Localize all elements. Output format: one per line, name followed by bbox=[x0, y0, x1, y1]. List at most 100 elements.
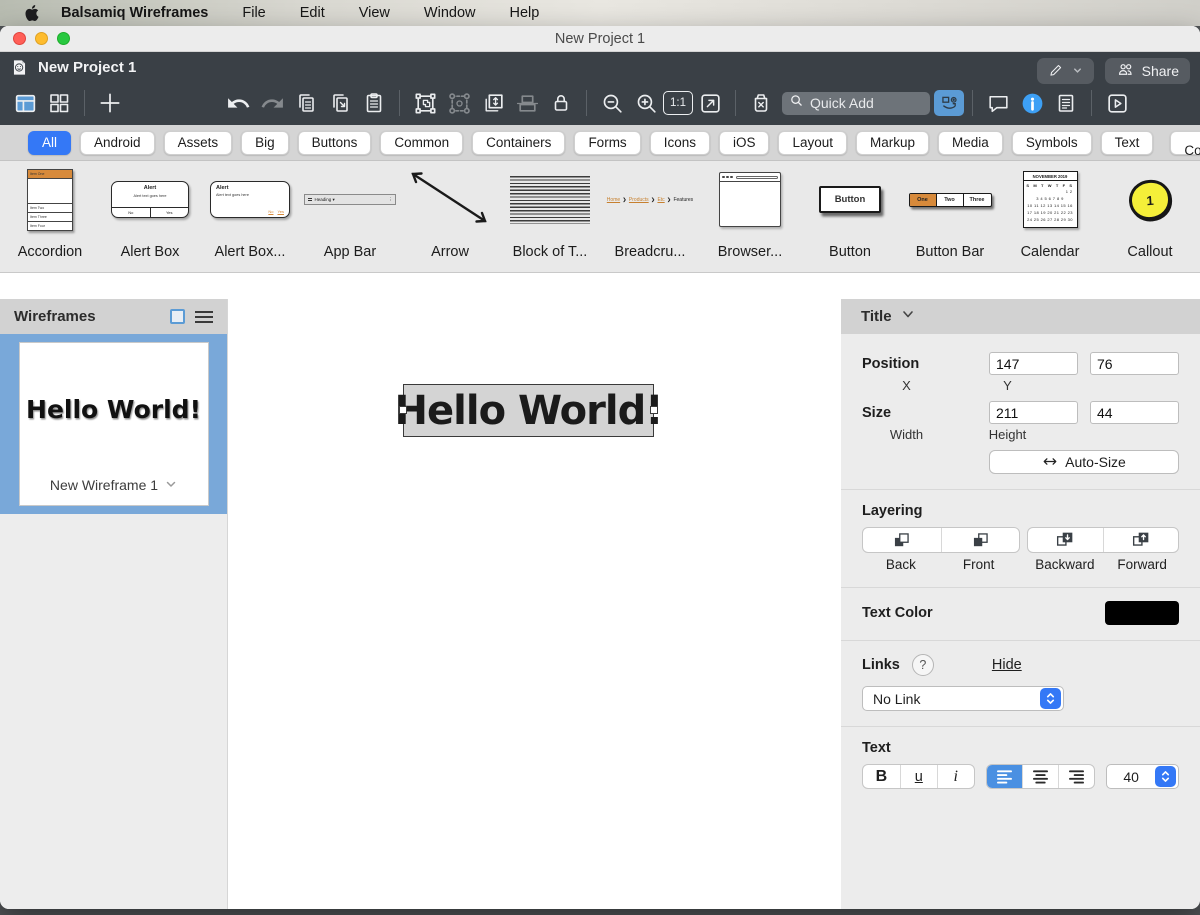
chevron-down-icon[interactable] bbox=[165, 477, 177, 493]
block-of-text-preview bbox=[510, 175, 590, 224]
menu-window[interactable]: Window bbox=[424, 5, 476, 21]
bold-button[interactable]: B bbox=[863, 765, 900, 788]
layout-panels-toggle-button[interactable] bbox=[8, 88, 42, 118]
tab-big[interactable]: Big bbox=[241, 130, 289, 155]
tab-assets[interactable]: Assets bbox=[163, 130, 233, 155]
link-select-value: No Link bbox=[873, 690, 921, 707]
palette-item-accordion[interactable]: Item One Item Two Item Three Item Four A… bbox=[0, 161, 100, 272]
align-right-button[interactable] bbox=[1058, 765, 1094, 788]
apple-icon[interactable] bbox=[24, 5, 41, 22]
lock-button[interactable] bbox=[544, 88, 578, 118]
notes-button[interactable] bbox=[1049, 88, 1083, 118]
font-size-stepper-icon[interactable] bbox=[1155, 766, 1176, 787]
zoom-to-fit-button[interactable] bbox=[693, 88, 727, 118]
grid-view-button[interactable] bbox=[42, 88, 76, 118]
palette-item-breadcrumbs[interactable]: Home ❯ Products ❯ Etc ❯ Features Breadcr… bbox=[600, 161, 700, 272]
hide-link[interactable]: Hide bbox=[992, 657, 1022, 673]
inspector-header[interactable]: Title bbox=[841, 299, 1200, 334]
ungroup-button[interactable] bbox=[442, 88, 476, 118]
tab-all[interactable]: All bbox=[28, 130, 72, 155]
section-divider bbox=[841, 726, 1200, 727]
palette-item-alert-box[interactable]: Alert Alert text goes here No Yes Alert B… bbox=[100, 161, 200, 272]
app-window: New Project 1 New Project 1 Share 1:1 Qu… bbox=[0, 26, 1200, 909]
ui-library-toggle-button[interactable] bbox=[934, 90, 964, 116]
palette-item-button[interactable]: Button Button bbox=[800, 161, 900, 272]
menu-edit[interactable]: Edit bbox=[300, 5, 325, 21]
canvas[interactable]: Hello World! bbox=[228, 299, 841, 909]
menu-view[interactable]: View bbox=[359, 5, 390, 21]
edit-mode-button[interactable] bbox=[1036, 57, 1094, 84]
position-x-input[interactable] bbox=[989, 352, 1078, 375]
tab-symbols[interactable]: Symbols bbox=[1011, 130, 1092, 155]
resize-button[interactable] bbox=[476, 88, 510, 118]
thumbnail-view-icon[interactable] bbox=[170, 309, 185, 324]
tab-common[interactable]: Common bbox=[380, 130, 464, 155]
palette-item-alert-box-alt[interactable]: Alert Alert text goes here No Yes Alert B… bbox=[200, 161, 300, 272]
tab-forms[interactable]: Forms bbox=[574, 130, 641, 155]
zoom-actual-size-button[interactable]: 1:1 bbox=[663, 91, 693, 115]
alert-box-alt-preview: Alert Alert text goes here No Yes bbox=[210, 181, 290, 218]
section-divider bbox=[841, 489, 1200, 490]
selected-text-element[interactable]: Hello World! bbox=[395, 384, 663, 437]
paste-button[interactable] bbox=[357, 88, 391, 118]
tab-containers[interactable]: Containers bbox=[472, 130, 566, 155]
size-height-input[interactable] bbox=[1090, 401, 1179, 424]
add-element-button[interactable] bbox=[93, 88, 127, 118]
align-center-button[interactable] bbox=[1022, 765, 1058, 788]
tab-ios[interactable]: iOS bbox=[718, 130, 770, 155]
align-left-button[interactable] bbox=[986, 765, 1023, 788]
share-button[interactable]: Share bbox=[1104, 57, 1190, 84]
tab-layout[interactable]: Layout bbox=[778, 130, 848, 155]
send-to-back-button[interactable] bbox=[863, 528, 941, 552]
resize-handle-right[interactable] bbox=[650, 406, 658, 414]
auto-size-button[interactable]: Auto-Size bbox=[989, 450, 1179, 474]
font-size-field[interactable]: 40 bbox=[1106, 764, 1179, 789]
tab-android[interactable]: Android bbox=[80, 130, 155, 155]
info-button[interactable] bbox=[1015, 88, 1049, 118]
palette-item-block-of-text[interactable]: Block of T... bbox=[500, 161, 600, 272]
quick-add-field[interactable] bbox=[782, 91, 930, 115]
send-backward-button[interactable] bbox=[1028, 528, 1103, 552]
list-view-icon[interactable] bbox=[195, 310, 213, 323]
tab-markup[interactable]: Markup bbox=[856, 130, 930, 155]
position-y-input[interactable] bbox=[1090, 352, 1179, 375]
tab-more-controls[interactable]: More Controls... bbox=[1170, 128, 1200, 158]
resize-handle-left[interactable] bbox=[399, 406, 407, 414]
palette-item-app-bar[interactable]: Heading ▾ ⋮ App Bar bbox=[300, 161, 400, 272]
palette-item-button-bar[interactable]: One Two Three Button Bar bbox=[900, 161, 1000, 272]
help-icon[interactable]: ? bbox=[911, 654, 934, 676]
bring-forward-button[interactable] bbox=[1102, 528, 1178, 552]
present-button[interactable] bbox=[1100, 88, 1134, 118]
tab-media[interactable]: Media bbox=[938, 130, 1003, 155]
zoom-out-button[interactable] bbox=[595, 88, 629, 118]
palette-item-browser[interactable]: Browser... bbox=[700, 161, 800, 272]
size-width-input[interactable] bbox=[989, 401, 1078, 424]
wireframe-thumbnail[interactable]: Hello World! New Wireframe 1 bbox=[0, 334, 227, 514]
comments-button[interactable] bbox=[981, 88, 1015, 118]
copy-button[interactable] bbox=[289, 88, 323, 118]
button-bar-preview: One Two Three bbox=[908, 192, 992, 207]
redo-button[interactable] bbox=[255, 88, 289, 118]
tab-buttons[interactable]: Buttons bbox=[297, 130, 372, 155]
tab-icons[interactable]: Icons bbox=[649, 130, 710, 155]
menu-file[interactable]: File bbox=[242, 5, 265, 21]
underline-button[interactable]: u bbox=[899, 765, 937, 788]
palette-item-arrow[interactable]: Arrow bbox=[400, 161, 500, 272]
menu-app-name[interactable]: Balsamiq Wireframes bbox=[61, 5, 208, 21]
quick-add-input[interactable] bbox=[810, 95, 923, 111]
zoom-in-button[interactable] bbox=[629, 88, 663, 118]
text-color-swatch[interactable] bbox=[1105, 601, 1179, 625]
palette-item-calendar[interactable]: NOVEMBER 2019 S M T W T F S 1 2 3 4 5 6 … bbox=[1000, 161, 1100, 272]
bring-to-front-button[interactable] bbox=[940, 528, 1019, 552]
menu-help[interactable]: Help bbox=[509, 5, 539, 21]
align-button[interactable] bbox=[510, 88, 544, 118]
tab-text[interactable]: Text bbox=[1100, 130, 1154, 155]
palette-item-callout[interactable]: 1 Callout bbox=[1100, 161, 1200, 272]
undo-button[interactable] bbox=[221, 88, 255, 118]
duplicate-button[interactable] bbox=[323, 88, 357, 118]
italic-button[interactable]: i bbox=[936, 765, 974, 788]
macos-menu-bar: Balsamiq Wireframes File Edit View Windo… bbox=[0, 0, 1200, 26]
delete-button[interactable] bbox=[744, 88, 778, 118]
link-select[interactable]: No Link bbox=[862, 686, 1064, 711]
group-button[interactable] bbox=[408, 88, 442, 118]
